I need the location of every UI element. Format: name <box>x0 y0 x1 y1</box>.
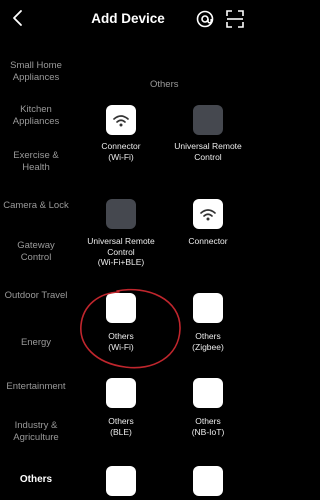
device-tile-others-nb-iot[interactable] <box>193 378 223 408</box>
device-tile-others-zigbee[interactable] <box>193 293 223 323</box>
device-label-others-nb-iot: Others (NB-IoT) <box>191 416 225 437</box>
wifi-icon <box>113 115 129 127</box>
sidebar-item-outdoor-travel[interactable]: Outdoor Travel <box>0 290 72 302</box>
sidebar-item-camera-lock[interactable]: Camera & Lock <box>0 200 72 212</box>
scan-icon[interactable] <box>226 10 244 28</box>
page-title: Add Device <box>91 11 165 26</box>
device-tile-others-extra-1[interactable] <box>106 466 136 496</box>
header-bar: Add Device <box>0 0 256 40</box>
device-tile-connector[interactable] <box>193 199 223 229</box>
device-tile-others-ble[interactable] <box>106 378 136 408</box>
section-title: Others <box>150 79 179 90</box>
device-tile-universal-remote-wifi-ble[interactable] <box>106 199 136 229</box>
sidebar-item-kitchen-appliances[interactable]: Kitchen Appliances <box>0 104 72 128</box>
device-tile-connector-wifi[interactable] <box>106 105 136 135</box>
sidebar-item-entertainment[interactable]: Entertainment <box>0 381 72 393</box>
device-label-others-zigbee: Others (Zigbee) <box>192 331 224 352</box>
device-tile-others-wifi[interactable] <box>106 293 136 323</box>
wifi-icon <box>200 209 216 221</box>
sidebar-item-others[interactable]: Others <box>0 474 72 486</box>
device-label-universal-remote: Universal Remote Control <box>174 141 242 162</box>
sidebar-item-exercise-health[interactable]: Exercise & Health <box>0 150 72 174</box>
sidebar-item-small-home-appliances[interactable]: Small Home Appliances <box>0 60 72 84</box>
device-label-connector: Connector <box>188 236 228 246</box>
sidebar-item-gateway-control[interactable]: Gateway Control <box>0 240 72 264</box>
category-sidebar: Small Home Appliances Kitchen Appliances… <box>0 50 72 500</box>
sidebar-item-industry-agriculture[interactable]: Industry & Agriculture <box>0 420 72 444</box>
device-tile-others-extra-2[interactable] <box>193 466 223 496</box>
device-tile-universal-remote[interactable] <box>193 105 223 135</box>
at-sign-icon[interactable] <box>196 10 214 28</box>
sidebar-item-energy[interactable]: Energy <box>0 337 72 349</box>
